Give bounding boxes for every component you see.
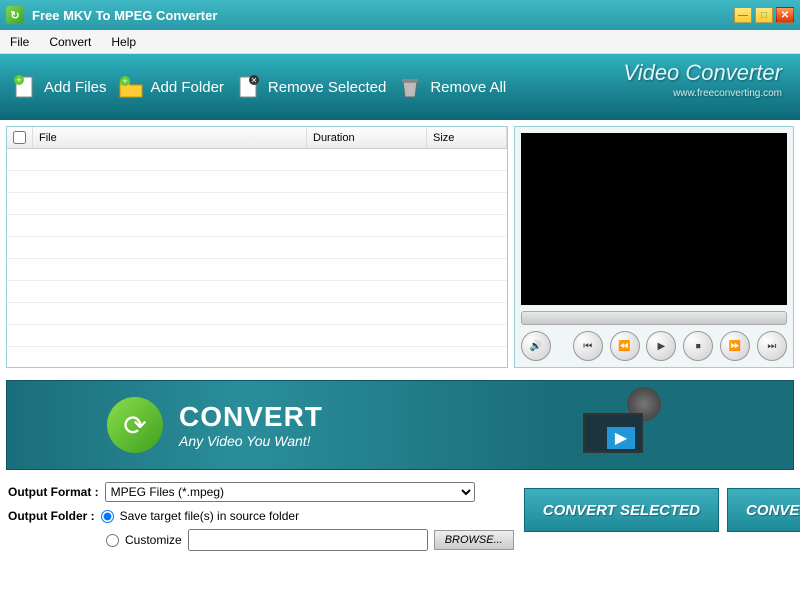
prev-button[interactable]: ⏮ [573,331,603,361]
forward-button[interactable]: ⏩ [720,331,750,361]
customize-radio[interactable] [106,534,119,547]
table-row [7,193,507,215]
rewind-button[interactable]: ⏪ [610,331,640,361]
file-list-header: File Duration Size [7,127,507,149]
remove-selected-button[interactable]: ✕ Remove Selected [234,73,386,101]
output-format-select[interactable]: MPEG Files (*.mpeg) [105,482,475,502]
table-row [7,149,507,171]
output-folder-label: Output Folder : [8,509,95,523]
video-preview [521,133,787,305]
file-remove-icon: ✕ [234,73,262,101]
svg-text:✕: ✕ [251,76,258,85]
brand-url-link[interactable]: www.freeconverting.com [623,88,782,99]
table-row [7,171,507,193]
select-all-checkbox[interactable] [13,131,26,144]
col-file[interactable]: File [33,127,307,148]
table-row [7,237,507,259]
brand-label: Video Converter www.freeconverting.com [623,60,782,99]
customize-label: Customize [125,533,182,547]
menu-file[interactable]: File [10,35,29,49]
output-format-label: Output Format : [8,485,99,499]
banner-subtitle: Any Video You Want! [179,433,323,449]
svg-text:+: + [122,76,127,86]
banner-title: CONVERT [179,401,323,433]
custom-folder-input[interactable] [188,529,428,551]
col-size[interactable]: Size [427,127,507,148]
player-controls: 🔊 ⏮ ⏪ ▶ ⏹ ⏩ ⏭ [521,331,787,361]
seek-bar[interactable] [521,311,787,325]
convert-all-button[interactable]: CONVERT ALL [727,488,800,532]
source-folder-radio[interactable] [101,510,114,523]
convert-circle-icon: ⟳ [107,397,163,453]
next-button[interactable]: ⏭ [757,331,787,361]
add-files-button[interactable]: + Add Files [10,73,107,101]
col-duration[interactable]: Duration [307,127,427,148]
file-list-panel: File Duration Size [6,126,508,368]
stop-button[interactable]: ⏹ [683,331,713,361]
source-folder-label: Save target file(s) in source folder [120,509,299,523]
table-row [7,325,507,347]
table-row [7,215,507,237]
table-row [7,303,507,325]
window-title: Free MKV To MPEG Converter [32,8,217,23]
play-button[interactable]: ▶ [646,331,676,361]
file-add-icon: + [10,73,38,101]
menu-help[interactable]: Help [111,35,136,49]
remove-all-button[interactable]: Remove All [396,73,506,101]
close-button[interactable]: ✕ [776,7,794,23]
maximize-button[interactable]: □ [755,7,773,23]
browse-button[interactable]: BROWSE... [434,530,514,550]
menu-bar: File Convert Help [0,30,800,54]
toolbar: + Add Files + Add Folder ✕ Remove Select… [0,54,800,120]
menu-convert[interactable]: Convert [49,35,91,49]
table-row [7,259,507,281]
title-bar: ↻ Free MKV To MPEG Converter — □ ✕ [0,0,800,30]
minimize-button[interactable]: — [734,7,752,23]
preview-panel: 🔊 ⏮ ⏪ ▶ ⏹ ⏩ ⏭ [514,126,794,368]
file-list-body[interactable] [7,149,507,367]
app-logo-icon: ↻ [6,6,24,24]
volume-button[interactable]: 🔊 [521,331,551,361]
output-settings: Output Format : MPEG Files (*.mpeg) Outp… [8,480,514,552]
table-row [7,281,507,303]
clapperboard-icon: ▶ [583,393,653,453]
convert-selected-button[interactable]: CONVERT SELECTED [524,488,719,532]
add-folder-button[interactable]: + Add Folder [117,73,224,101]
folder-add-icon: + [117,73,145,101]
svg-text:+: + [16,75,21,85]
trash-icon [396,73,424,101]
promo-banner: ⟳ CONVERT Any Video You Want! ▶ [6,380,794,470]
